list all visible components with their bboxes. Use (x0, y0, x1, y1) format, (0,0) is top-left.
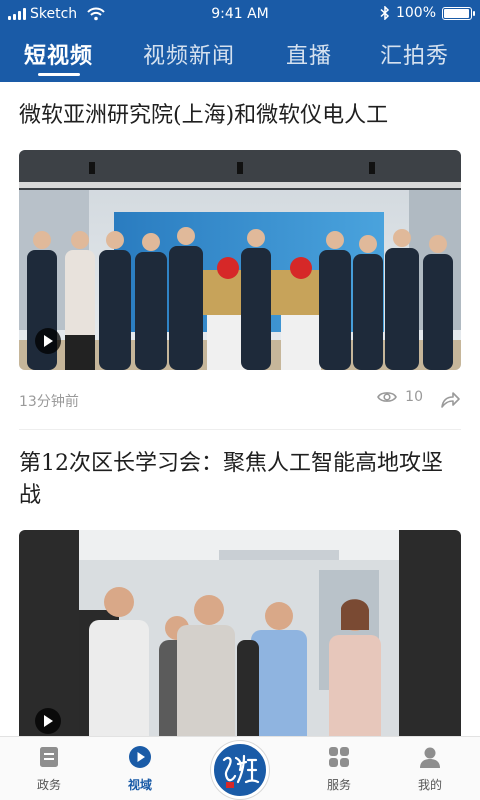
play-icon (44, 715, 53, 727)
document-icon (40, 747, 58, 767)
nav-label: 视域 (127, 778, 152, 792)
grid-icon (329, 747, 349, 767)
tab-video-news[interactable]: 视频新闻 (143, 38, 235, 70)
app-header: Sketch 9:41 AM 100% 短视频 视频新闻 直播 汇拍秀 (0, 0, 480, 82)
active-tab-indicator (38, 73, 80, 76)
nav-item-profile[interactable]: 我的 (400, 745, 460, 793)
bottom-nav: 政务 视域 服务 我的 (0, 736, 480, 800)
nav-item-government[interactable]: 政务 (19, 745, 79, 793)
share-icon[interactable] (439, 389, 461, 411)
card-meta: 13分钟前 10 (19, 370, 461, 430)
card-title[interactable]: 第12次区长学习会：聚焦人工智能高地攻坚战 (19, 430, 461, 512)
person-icon (420, 747, 440, 768)
logo-mark (222, 754, 260, 788)
card-title[interactable]: 微软亚洲研究院(上海)和微软仪电人工 (19, 82, 461, 132)
feed-card[interactable]: 微软亚洲研究院(上海)和微软仪电人工 13分钟前 10 (0, 82, 480, 430)
play-button[interactable] (35, 328, 61, 354)
top-tabs: 短视频 视频新闻 直播 汇拍秀 (0, 30, 480, 82)
view-count-value: 10 (405, 389, 423, 405)
thumbnail-image (19, 150, 461, 370)
battery-percent: 100% (395, 5, 436, 21)
play-icon (44, 335, 53, 347)
status-bar: Sketch 9:41 AM 100% (0, 0, 480, 30)
nav-label: 政务 (36, 778, 61, 792)
feed-card[interactable]: 第12次区长学习会：聚焦人工智能高地攻坚战 (0, 430, 480, 736)
view-count: 10 (377, 389, 423, 405)
battery-icon (442, 6, 475, 20)
video-feed: 微软亚洲研究院(上海)和微软仪电人工 13分钟前 10 第12次区长学习会：聚焦… (0, 82, 480, 736)
publish-time: 13分钟前 (19, 394, 79, 410)
play-circle-icon (129, 746, 151, 768)
tab-short-video[interactable]: 短视频 (24, 38, 93, 70)
brand-logo[interactable] (211, 741, 269, 799)
video-thumbnail[interactable] (19, 530, 461, 736)
video-thumbnail[interactable] (19, 150, 461, 370)
tab-photo-show[interactable]: 汇拍秀 (380, 38, 449, 70)
battery-fill (444, 8, 469, 18)
thumbnail-image (19, 530, 461, 736)
tab-live[interactable]: 直播 (286, 38, 332, 70)
nav-item-services[interactable]: 服务 (309, 745, 369, 793)
bluetooth-icon (380, 6, 390, 20)
status-right: 100% (380, 5, 475, 21)
nav-label: 服务 (326, 778, 351, 792)
play-button[interactable] (35, 708, 61, 734)
nav-item-video[interactable]: 视域 (110, 745, 170, 793)
eye-icon (377, 392, 398, 402)
nav-label: 我的 (417, 778, 442, 792)
